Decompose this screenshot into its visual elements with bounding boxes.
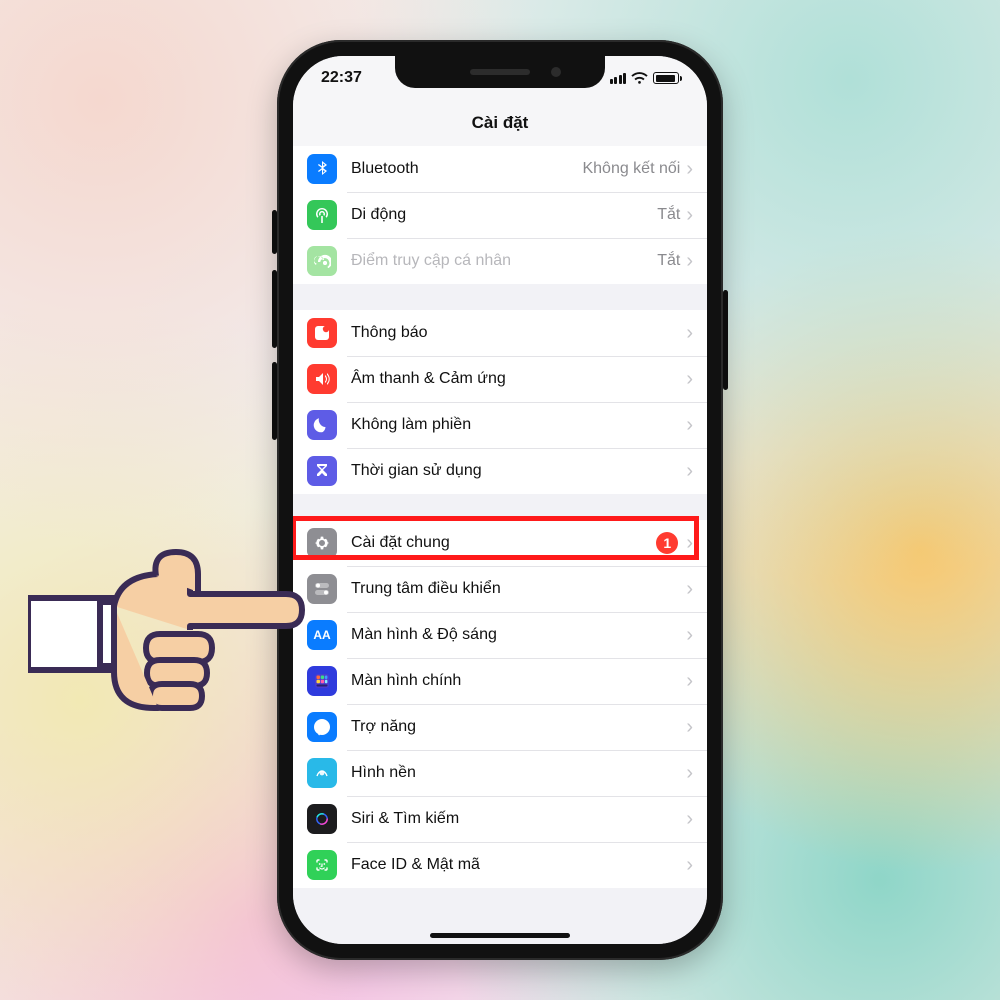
- cellular-icon: [307, 200, 337, 230]
- chevron-right-icon: ›: [686, 671, 693, 691]
- settings-row-notifications[interactable]: Thông báo›: [293, 310, 707, 356]
- chevron-right-icon: ›: [686, 159, 693, 179]
- siri-icon: [307, 804, 337, 834]
- settings-row-siri[interactable]: Siri & Tìm kiếm›: [293, 796, 707, 842]
- settings-list[interactable]: BluetoothKhông kết nối›Di độngTắt›Điểm t…: [293, 146, 707, 944]
- phone-screen: 22:37 Cài đặt BluetoothKhông kết nối›Di …: [293, 56, 707, 944]
- row-label: Cài đặt chung: [351, 534, 656, 552]
- row-label: Không làm phiền: [351, 416, 686, 434]
- sound-icon: [307, 364, 337, 394]
- settings-group: Thông báo›Âm thanh & Cảm ứng›Không làm p…: [293, 310, 707, 494]
- row-label: Âm thanh & Cảm ứng: [351, 370, 686, 388]
- row-label: Bluetooth: [351, 160, 582, 178]
- row-label: Siri & Tìm kiếm: [351, 810, 686, 828]
- row-value: Không kết nối: [582, 160, 680, 178]
- settings-row-cellular[interactable]: Di độngTắt ›: [293, 192, 707, 238]
- settings-row-screentime[interactable]: Thời gian sử dụng›: [293, 448, 707, 494]
- wifi-icon: [631, 72, 648, 85]
- chevron-right-icon: ›: [686, 251, 693, 271]
- settings-row-hotspot[interactable]: Điểm truy cập cá nhânTắt ›: [293, 238, 707, 284]
- settings-row-faceid[interactable]: Face ID & Mật mã›: [293, 842, 707, 888]
- cellular-signal-icon: [610, 73, 627, 84]
- status-time: 22:37: [321, 69, 362, 87]
- row-label: Di động: [351, 206, 657, 224]
- row-value: Tắt: [657, 206, 680, 224]
- hotspot-icon: [307, 246, 337, 276]
- settings-row-display[interactable]: Màn hình & Độ sáng›: [293, 612, 707, 658]
- settings-row-accessibility[interactable]: Trợ năng›: [293, 704, 707, 750]
- settings-row-bluetooth[interactable]: BluetoothKhông kết nối ›: [293, 146, 707, 192]
- chevron-right-icon: ›: [686, 809, 693, 829]
- pointing-hand-illustration: [28, 510, 318, 720]
- row-label: Trung tâm điều khiển: [351, 580, 686, 598]
- row-label: Hình nền: [351, 764, 686, 782]
- chevron-right-icon: ›: [686, 717, 693, 737]
- chevron-right-icon: ›: [686, 323, 693, 343]
- home-indicator[interactable]: [430, 933, 570, 938]
- row-label: Trợ năng: [351, 718, 686, 736]
- chevron-right-icon: ›: [686, 369, 693, 389]
- chevron-right-icon: ›: [686, 763, 693, 783]
- chevron-right-icon: ›: [686, 415, 693, 435]
- settings-row-control[interactable]: Trung tâm điều khiển›: [293, 566, 707, 612]
- settings-row-dnd[interactable]: Không làm phiền›: [293, 402, 707, 448]
- wallpaper-icon: [307, 758, 337, 788]
- chevron-right-icon: ›: [686, 625, 693, 645]
- page-title: Cài đặt: [472, 113, 529, 133]
- chevron-right-icon: ›: [686, 855, 693, 875]
- settings-row-home[interactable]: Màn hình chính›: [293, 658, 707, 704]
- chevron-right-icon: ›: [686, 579, 693, 599]
- row-value: Tắt: [657, 252, 680, 270]
- moon-icon: [307, 410, 337, 440]
- phone-frame: 22:37 Cài đặt BluetoothKhông kết nối›Di …: [277, 40, 723, 960]
- notification-icon: [307, 318, 337, 348]
- row-label: Thời gian sử dụng: [351, 462, 686, 480]
- row-label: Điểm truy cập cá nhân: [351, 252, 657, 270]
- row-label: Face ID & Mật mã: [351, 856, 686, 874]
- bluetooth-icon: [307, 154, 337, 184]
- settings-row-wallpaper[interactable]: Hình nền›: [293, 750, 707, 796]
- faceid-icon: [307, 850, 337, 880]
- settings-row-sound[interactable]: Âm thanh & Cảm ứng›: [293, 356, 707, 402]
- phone-notch: [395, 56, 605, 88]
- notification-badge: 1: [656, 532, 678, 554]
- chevron-right-icon: ›: [686, 205, 693, 225]
- battery-icon: [653, 72, 679, 84]
- settings-group: Cài đặt chung1›Trung tâm điều khiển›Màn …: [293, 520, 707, 888]
- hourglass-icon: [307, 456, 337, 486]
- row-label: Màn hình & Độ sáng: [351, 626, 686, 644]
- nav-bar: Cài đặt: [293, 100, 707, 146]
- chevron-right-icon: ›: [686, 533, 693, 553]
- row-label: Thông báo: [351, 324, 686, 342]
- row-label: Màn hình chính: [351, 672, 686, 690]
- settings-row-general[interactable]: Cài đặt chung1 ›: [293, 520, 707, 566]
- chevron-right-icon: ›: [686, 461, 693, 481]
- settings-group: BluetoothKhông kết nối›Di độngTắt›Điểm t…: [293, 146, 707, 284]
